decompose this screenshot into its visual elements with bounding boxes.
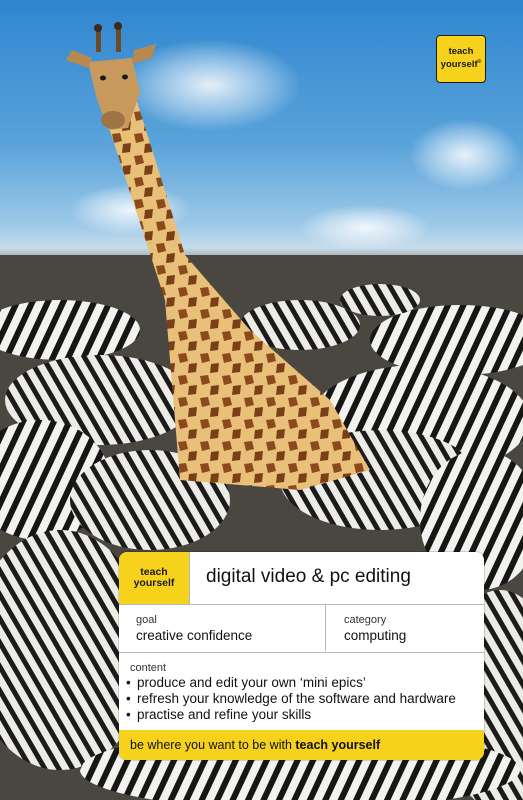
content-bullet: • refresh your knowledge of the software … bbox=[126, 691, 484, 707]
content-label: content bbox=[130, 662, 167, 674]
tagline-text: be where you want to be with bbox=[130, 738, 296, 752]
panel-logo-line-2: yourself bbox=[133, 577, 175, 589]
brand-logo: teach yourself® bbox=[436, 35, 486, 83]
tagline-bar: be where you want to be with teach yours… bbox=[119, 730, 484, 760]
panel-brand-logo: teach yourself bbox=[119, 552, 190, 604]
bullet-dot: • bbox=[126, 675, 131, 690]
logo-line-1: teach bbox=[448, 46, 474, 58]
content-section: content • produce and edit your own ‘mini… bbox=[119, 652, 484, 723]
goal-cell: goal creative confidence bbox=[119, 605, 326, 651]
bullet-text: produce and edit your own ‘mini epics’ bbox=[137, 675, 366, 690]
bullet-text: refresh your knowledge of the software a… bbox=[137, 691, 456, 706]
category-cell: category computing bbox=[327, 605, 484, 651]
tagline-brand: teach yourself bbox=[295, 738, 381, 752]
goal-value: creative confidence bbox=[136, 628, 253, 643]
bullet-dot: • bbox=[126, 691, 131, 706]
book-title: digital video & pc editing bbox=[206, 566, 411, 587]
panel-header: teach yourself digital video & pc editin… bbox=[119, 552, 484, 605]
category-value: computing bbox=[344, 628, 407, 643]
registered-mark: ® bbox=[477, 59, 482, 66]
content-bullet: • practise and refine your skills bbox=[126, 707, 484, 723]
bullet-dot: • bbox=[126, 707, 131, 722]
bullet-text: practise and refine your skills bbox=[137, 707, 312, 722]
category-label: category bbox=[344, 614, 387, 626]
content-bullet: • produce and edit your own ‘mini epics’ bbox=[126, 675, 484, 691]
goal-label: goal bbox=[136, 614, 157, 626]
info-panel: teach yourself digital video & pc editin… bbox=[119, 552, 484, 760]
logo-line-2: yourself® bbox=[440, 59, 482, 71]
book-cover: teach yourself® teach yourself digital v… bbox=[0, 0, 523, 800]
